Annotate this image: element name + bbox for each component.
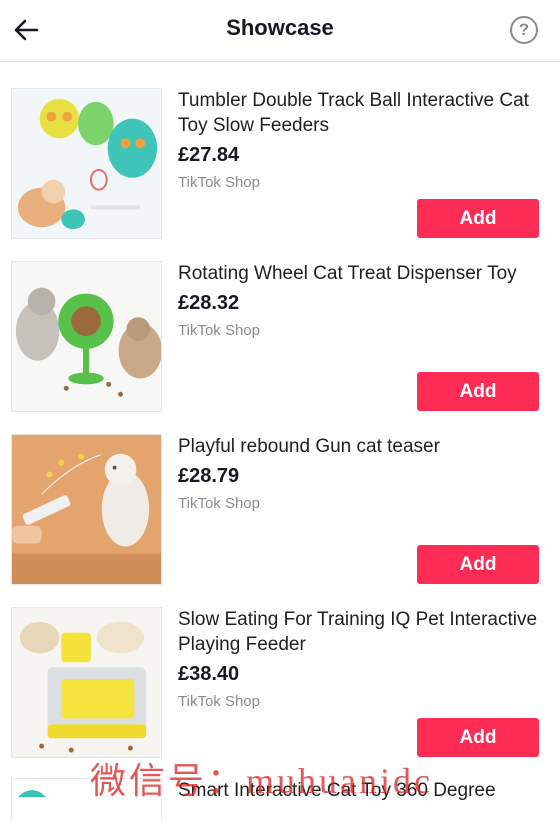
product-image[interactable] xyxy=(11,434,162,585)
add-button[interactable]: Add xyxy=(417,545,539,584)
seller-label: TikTok Shop xyxy=(178,174,260,191)
arrow-left-icon xyxy=(14,19,39,41)
product-image[interactable] xyxy=(11,778,162,822)
question-circle-icon: ? xyxy=(518,20,530,39)
seller-label: TikTok Shop xyxy=(178,322,260,339)
add-button[interactable]: Add xyxy=(417,199,539,238)
product-title[interactable]: Playful rebound Gun cat teaser xyxy=(178,434,544,459)
product-price: £28.32 xyxy=(178,292,240,314)
product-image[interactable] xyxy=(11,261,162,412)
product-price: £38.40 xyxy=(178,663,240,685)
product-title[interactable]: Slow Eating For Training IQ Pet Interact… xyxy=(178,607,544,657)
add-button[interactable]: Add xyxy=(417,718,539,757)
seller-label: TikTok Shop xyxy=(178,693,260,710)
add-button[interactable]: Add xyxy=(417,372,539,411)
product-title[interactable]: Rotating Wheel Cat Treat Dispenser Toy xyxy=(178,261,544,286)
product-title[interactable]: Tumbler Double Track Ball Interactive Ca… xyxy=(178,88,544,138)
product-item[interactable]: Slow Eating For Training IQ Pet Interact… xyxy=(0,607,560,779)
seller-label: TikTok Shop xyxy=(178,495,260,512)
back-button[interactable] xyxy=(8,12,44,48)
help-button[interactable]: ? xyxy=(510,16,538,44)
product-item[interactable]: Tumbler Double Track Ball Interactive Ca… xyxy=(0,88,560,260)
product-image[interactable] xyxy=(11,607,162,758)
product-image[interactable] xyxy=(11,88,162,239)
product-item[interactable]: Rotating Wheel Cat Treat Dispenser Toy £… xyxy=(0,261,560,433)
product-price: £27.84 xyxy=(178,144,240,166)
product-list: Tumbler Double Track Ball Interactive Ca… xyxy=(0,62,560,822)
product-price: £28.79 xyxy=(178,465,240,487)
product-title[interactable]: Smart Interactive Cat Toy 360 Degree xyxy=(178,780,496,802)
product-item[interactable]: Playful rebound Gun cat teaser £28.79 Ti… xyxy=(0,434,560,606)
top-nav-bar: Showcase ? xyxy=(0,0,560,62)
page-title: Showcase xyxy=(226,15,334,40)
